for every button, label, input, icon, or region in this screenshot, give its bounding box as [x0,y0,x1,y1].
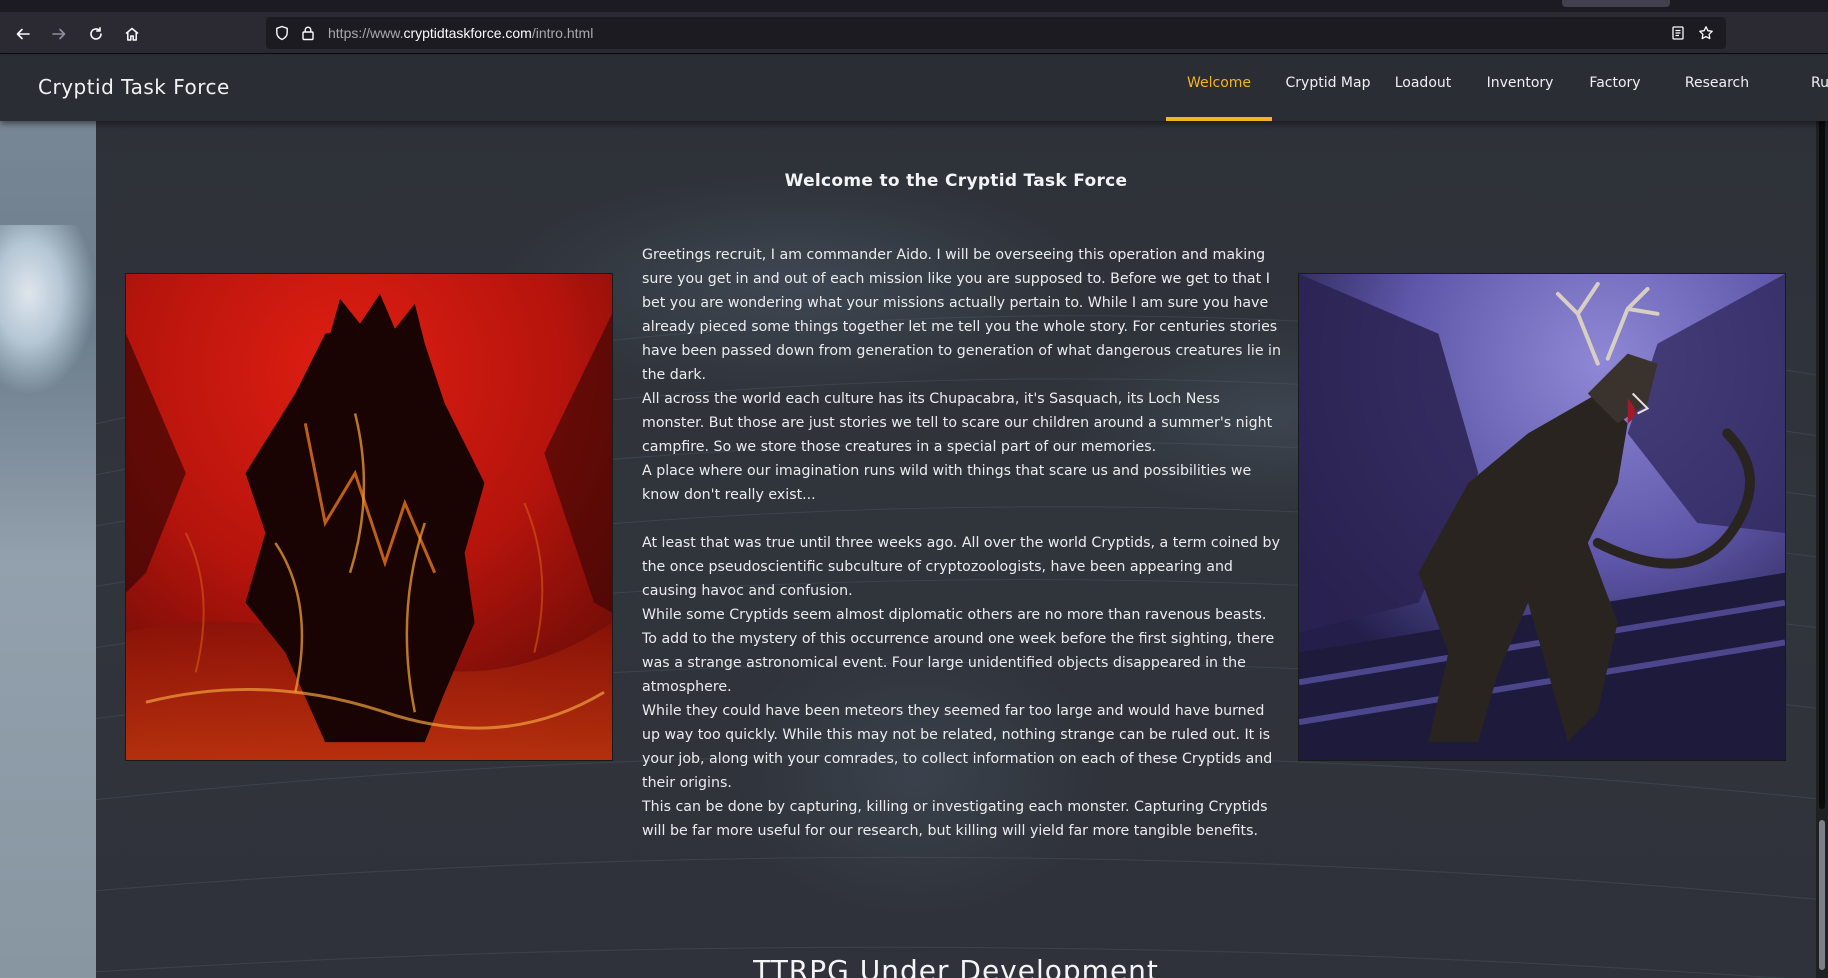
nav-item-inventory[interactable]: Inventory [1479,55,1561,121]
nav-item-ru[interactable]: Ru [1811,55,1828,121]
cryptid-artwork-winged-beast [1298,273,1786,761]
nav-item-research[interactable]: Research [1677,55,1757,121]
intro-paragraph: All across the world each culture has it… [642,391,1273,455]
forward-icon[interactable] [45,20,73,48]
intro-paragraph: At least that was true until three weeks… [642,535,1280,599]
site-navbar: Cryptid Task Force Welcome Cryptid Map L… [0,55,1828,121]
section-heading: TTRPG Under Development [753,954,1159,978]
address-bar[interactable]: https://www.cryptidtaskforce.com/intro.h… [266,17,1726,49]
page-title: Welcome to the Cryptid Task Force [784,171,1128,191]
url-text[interactable]: https://www.cryptidtaskforce.com/intro.h… [328,25,593,41]
background-map-edge [0,55,96,978]
url-path: /intro.html [531,25,594,41]
intro-paragraph: A place where our imagination runs wild … [642,463,1252,503]
intro-paragraph: While they could have been meteors they … [642,703,1273,791]
intro-text: Greetings recruit, I am commander Aido. … [642,243,1282,843]
url-prefix: https://www. [328,25,404,41]
intro-paragraph: This can be done by capturing, killing o… [642,799,1268,839]
scrollbar-track [1819,57,1825,809]
page-scrollbar[interactable] [1816,55,1828,978]
bookmark-star-icon[interactable] [1698,25,1714,41]
intro-paragraph: While some Cryptids seem almost diplomat… [642,607,1275,695]
scrollbar-thumb[interactable] [1819,820,1825,970]
reader-view-icon[interactable] [1670,25,1686,41]
lock-icon[interactable] [300,25,316,41]
nav-item-loadout[interactable]: Loadout [1388,55,1458,121]
browser-tabstrip [0,0,1828,12]
nav-item-cryptid-map[interactable]: Cryptid Map [1276,55,1380,121]
nav-item-welcome[interactable]: Welcome [1166,55,1272,121]
reload-icon[interactable] [82,20,110,48]
shield-icon[interactable] [274,25,290,41]
home-icon[interactable] [118,20,146,48]
browser-toolbar: https://www.cryptidtaskforce.com/intro.h… [0,12,1828,54]
url-host: cryptidtaskforce.com [403,25,532,41]
nav-item-factory[interactable]: Factory [1580,55,1650,121]
browser-tab[interactable] [1562,0,1670,7]
site-brand[interactable]: Cryptid Task Force [38,75,230,99]
back-icon[interactable] [9,20,37,48]
cryptid-artwork-fire-monster [125,273,613,761]
paragraph-spacer [642,507,1282,531]
intro-paragraph: Greetings recruit, I am commander Aido. … [642,247,1281,383]
